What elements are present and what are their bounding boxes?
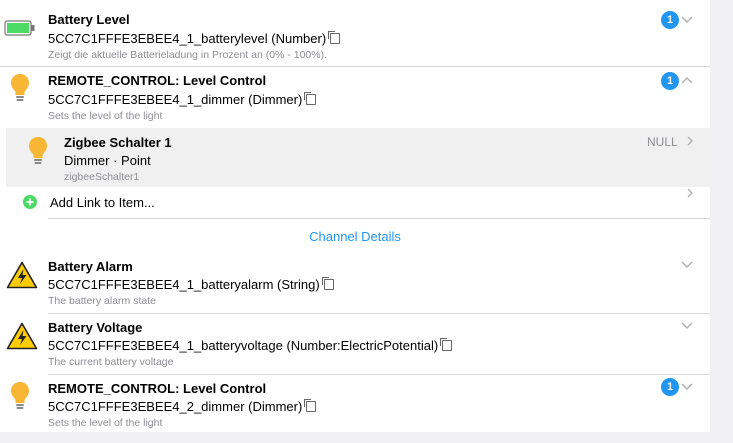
linked-item-row[interactable]: Zigbee Schalter 1 Dimmer · Point zigbeeS… — [6, 128, 710, 187]
channel-title: Battery Alarm — [48, 259, 133, 274]
warning-icon — [2, 261, 42, 289]
chevron-up-icon[interactable] — [679, 74, 695, 88]
chevron-right-icon[interactable] — [682, 134, 698, 148]
channel-uid: 5CC7C1FFFE3EBEE4_1_batteryvoltage (Numbe… — [48, 338, 453, 353]
light-bulb-icon — [0, 381, 40, 411]
channel-details-link[interactable]: Channel Details — [0, 229, 710, 244]
channel-title: REMOTE_CONTROL: Level Control — [48, 381, 267, 396]
add-link-label[interactable]: Add Link to Item... — [50, 195, 155, 210]
copy-icon[interactable] — [440, 338, 453, 351]
chevron-right-icon[interactable] — [682, 186, 698, 200]
channel-uid: 5CC7C1FFFE3EBEE4_1_batterylevel (Number) — [48, 31, 341, 46]
link-count-badge: 1 — [661, 11, 679, 29]
chevron-down-icon[interactable] — [679, 319, 695, 333]
channel-row-battery-alarm[interactable]: Battery Alarm 5CC7C1FFFE3EBEE4_1_battery… — [0, 253, 710, 313]
chevron-down-icon[interactable] — [679, 13, 695, 27]
divider — [48, 218, 710, 219]
channel-description: Sets the level of the light — [48, 417, 163, 429]
light-bulb-icon — [0, 73, 40, 103]
channel-title: Battery Voltage — [48, 320, 143, 335]
channel-description: Sets the level of the light — [48, 110, 163, 122]
copy-icon[interactable] — [304, 92, 317, 105]
linked-item-type: Dimmer · Point — [64, 153, 151, 168]
channel-uid: 5CC7C1FFFE3EBEE4_1_dimmer (Dimmer) — [48, 92, 317, 107]
channels-panel: Battery Level 5CC7C1FFFE3EBEE4_1_battery… — [0, 0, 710, 432]
channel-description: The battery alarm state — [48, 295, 156, 307]
add-circle-icon — [23, 195, 37, 209]
chevron-down-icon[interactable] — [679, 258, 695, 272]
battery-icon — [0, 20, 40, 36]
channel-row-battery-level[interactable]: Battery Level 5CC7C1FFFE3EBEE4_1_battery… — [0, 6, 710, 66]
channel-row-level-control-1[interactable]: REMOTE_CONTROL: Level Control 5CC7C1FFFE… — [0, 67, 710, 127]
channel-description: The current battery voltage — [48, 356, 174, 368]
warning-icon — [2, 322, 42, 350]
link-count-badge: 1 — [661, 72, 679, 90]
channel-title: Battery Level — [48, 12, 130, 27]
chevron-down-icon[interactable] — [679, 380, 695, 394]
copy-icon[interactable] — [321, 277, 334, 290]
linked-item-name: zigbeeSchalter1 — [64, 171, 140, 183]
linked-item-state: NULL — [647, 135, 678, 149]
channel-uid: 5CC7C1FFFE3EBEE4_1_batteryalarm (String) — [48, 277, 334, 292]
channel-row-battery-voltage[interactable]: Battery Voltage 5CC7C1FFFE3EBEE4_1_batte… — [0, 314, 710, 374]
channel-description: Zeigt die aktuelle Batterieladung in Pro… — [48, 49, 327, 61]
light-bulb-icon — [18, 136, 58, 166]
channel-row-level-control-2[interactable]: REMOTE_CONTROL: Level Control 5CC7C1FFFE… — [0, 375, 710, 432]
channel-title: REMOTE_CONTROL: Level Control — [48, 73, 267, 88]
linked-item-title: Zigbee Schalter 1 — [64, 135, 172, 150]
copy-icon[interactable] — [328, 31, 341, 44]
copy-icon[interactable] — [304, 399, 317, 412]
link-count-badge: 1 — [661, 378, 679, 396]
channel-uid: 5CC7C1FFFE3EBEE4_2_dimmer (Dimmer) — [48, 399, 317, 414]
